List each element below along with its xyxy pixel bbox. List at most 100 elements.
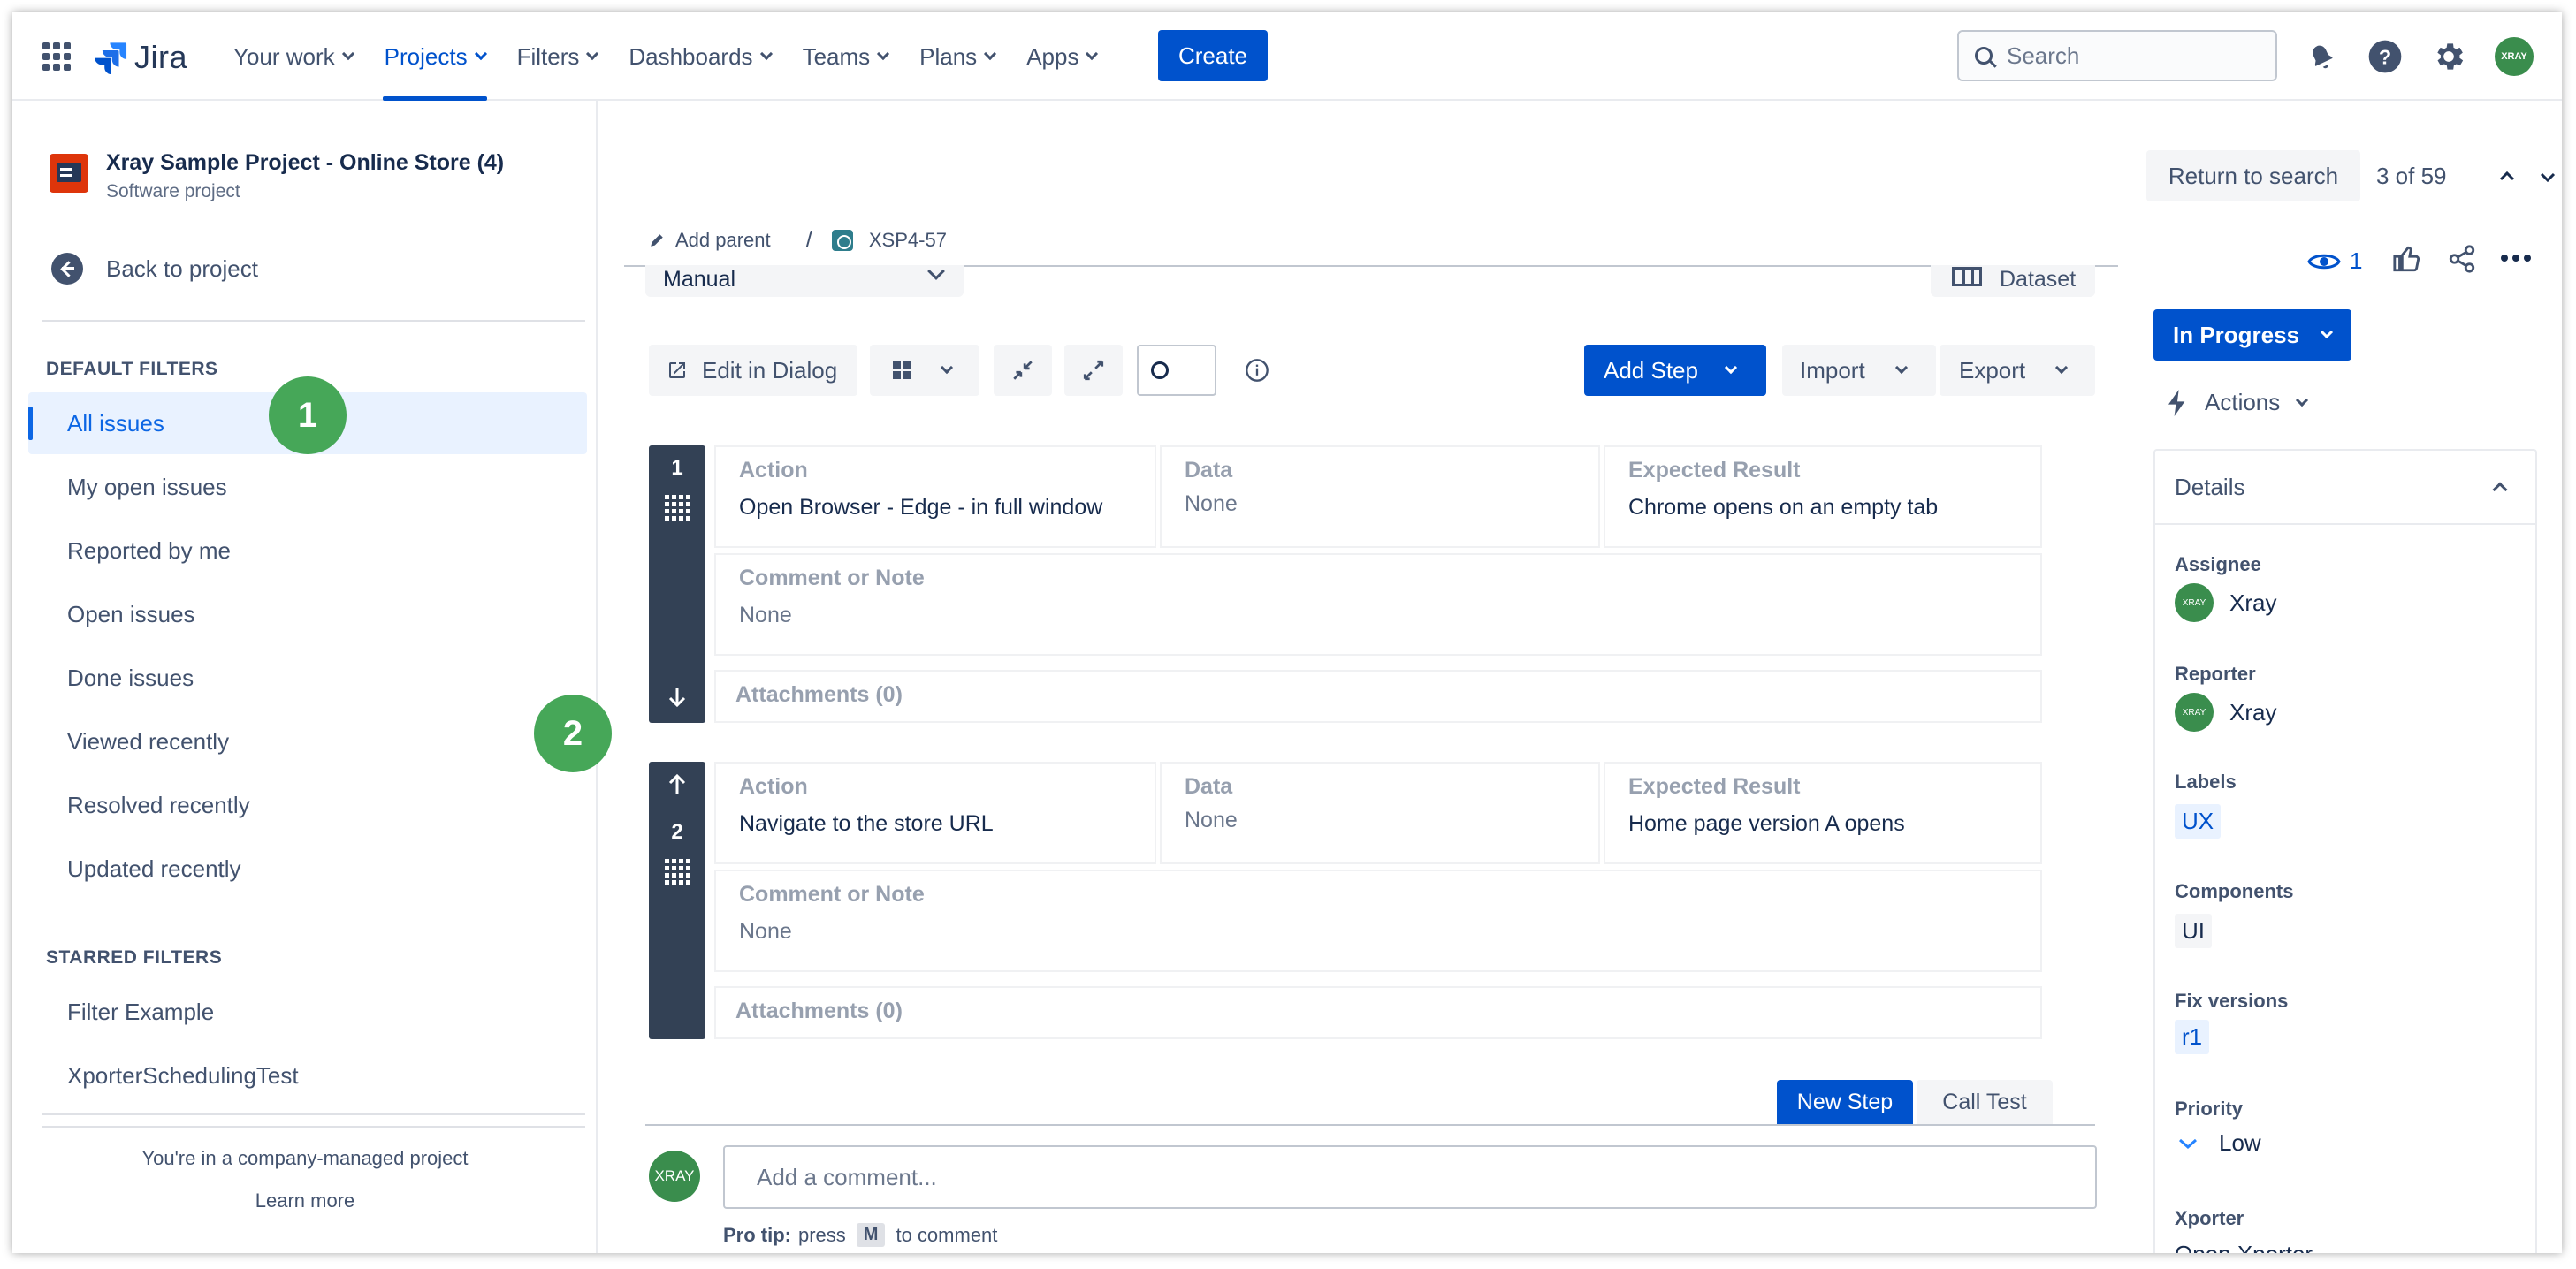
action-cell[interactable]: Action Navigate to the store URL xyxy=(714,762,1156,864)
issue-key-link[interactable]: XSP4-57 xyxy=(869,229,947,252)
user-avatar[interactable]: XRAY xyxy=(2495,37,2534,76)
priority-field[interactable]: Low xyxy=(2175,1129,2261,1157)
open-xporter-link[interactable]: Open Xporter xyxy=(2175,1241,2313,1253)
filter-done-issues[interactable]: Done issues xyxy=(28,647,587,709)
attachments-cell[interactable]: Attachments (0) xyxy=(714,986,2042,1039)
breadcrumb: Add parent / XSP4-57 xyxy=(649,226,947,254)
steps-search-input[interactable] xyxy=(1137,345,1216,396)
components-field[interactable]: UI xyxy=(2175,914,2212,948)
drag-handle-icon[interactable] xyxy=(665,495,691,527)
jira-logo[interactable]: Jira xyxy=(94,39,187,76)
breadcrumb-separator: / xyxy=(805,226,812,253)
drag-handle-icon[interactable] xyxy=(665,859,691,891)
expected-result-cell[interactable]: Expected Result Home page version A open… xyxy=(1604,762,2042,864)
move-down-arrow-icon[interactable] xyxy=(668,686,686,709)
nav-plans[interactable]: Plans xyxy=(919,12,997,101)
dataset-button[interactable]: Dataset xyxy=(1931,265,2095,297)
component-tag[interactable]: UI xyxy=(2175,914,2212,948)
return-to-search-button[interactable]: Return to search xyxy=(2146,150,2360,201)
priority-value: Low xyxy=(2219,1129,2261,1156)
xporter-field[interactable]: Open Xporter xyxy=(2175,1241,2313,1253)
more-actions-icon[interactable] xyxy=(2500,253,2532,263)
details-header[interactable]: Details xyxy=(2155,451,2535,525)
label-tag[interactable]: UX xyxy=(2175,804,2222,839)
assignee-field[interactable]: XRAY Xray xyxy=(2175,583,2276,622)
filter-open-issues[interactable]: Open issues xyxy=(28,583,587,645)
nav-teams[interactable]: Teams xyxy=(803,12,890,101)
search-input[interactable]: Search xyxy=(1957,30,2277,81)
action-cell[interactable]: Action Open Browser - Edge - in full win… xyxy=(714,445,1156,548)
filter-viewed-recently[interactable]: Viewed recently xyxy=(28,710,587,772)
learn-more-link[interactable]: Learn more xyxy=(12,1189,598,1212)
product-name: Jira xyxy=(134,39,188,75)
view-layout-dropdown[interactable] xyxy=(870,345,979,396)
filter-example[interactable]: Filter Example xyxy=(28,981,587,1043)
add-step-button[interactable]: Add Step xyxy=(1584,345,1766,396)
watch-button[interactable]: 1 xyxy=(2307,247,2362,275)
step-handle-bar[interactable]: 1 xyxy=(649,445,705,723)
status-dropdown[interactable]: In Progress xyxy=(2153,309,2351,361)
reporter-value: Xray xyxy=(2229,698,2277,726)
collapse-button[interactable] xyxy=(994,345,1052,396)
filter-reported-by-me[interactable]: Reported by me xyxy=(28,520,587,581)
fix-versions-field[interactable]: r1 xyxy=(2175,1020,2210,1054)
chevron-up-icon[interactable] xyxy=(2498,170,2516,182)
action-header: Action xyxy=(739,774,808,799)
comment-value: None xyxy=(739,603,792,627)
app-switcher-icon[interactable] xyxy=(42,42,71,71)
info-icon[interactable] xyxy=(1238,345,1277,396)
help-icon[interactable]: ? xyxy=(2367,39,2403,74)
test-issue-type-icon xyxy=(831,229,853,251)
nav-projects[interactable]: Projects xyxy=(382,12,487,101)
jira-logo-icon xyxy=(95,42,127,74)
divider xyxy=(42,320,585,322)
move-up-arrow-icon[interactable] xyxy=(668,772,686,795)
labels-field[interactable]: UX xyxy=(2175,804,2222,839)
divider xyxy=(42,1126,585,1128)
back-to-project-link[interactable]: Back to project xyxy=(51,253,258,285)
chevron-down-icon[interactable] xyxy=(2539,171,2557,184)
expected-result-cell[interactable]: Expected Result Chrome opens on an empty… xyxy=(1604,445,2042,548)
actions-dropdown[interactable]: Actions xyxy=(2166,389,2309,416)
filter-updated-recently[interactable]: Updated recently xyxy=(28,838,587,900)
reporter-field[interactable]: XRAY Xray xyxy=(2175,693,2276,732)
step-number: 1 xyxy=(671,456,683,480)
settings-gear-icon[interactable] xyxy=(2431,39,2466,74)
new-step-tab[interactable]: New Step xyxy=(1777,1080,1913,1124)
expand-button[interactable] xyxy=(1064,345,1123,396)
edit-in-dialog-button[interactable]: Edit in Dialog xyxy=(649,345,857,396)
external-link-icon xyxy=(669,362,685,378)
share-icon[interactable] xyxy=(2447,244,2477,274)
export-button[interactable]: Export xyxy=(1940,345,2095,396)
comment-cell[interactable]: Comment or Note None xyxy=(714,870,2042,972)
actions-label: Actions xyxy=(2205,389,2281,415)
data-cell[interactable]: Data None xyxy=(1160,762,1600,864)
nav-apps[interactable]: Apps xyxy=(1026,12,1099,101)
thumbs-up-icon[interactable] xyxy=(2392,244,2422,274)
chevron-down-icon xyxy=(2320,325,2334,339)
test-type-select[interactable]: Manual xyxy=(645,265,964,297)
create-button[interactable]: Create xyxy=(1158,30,1268,81)
comment-input[interactable]: Add a comment... xyxy=(723,1145,2097,1209)
filter-xporter-scheduling-test[interactable]: XporterSchedulingTest xyxy=(28,1045,587,1106)
pro-tip-label: Pro tip: xyxy=(723,1223,791,1246)
add-parent-link[interactable]: Add parent xyxy=(675,229,771,252)
attachments-cell[interactable]: Attachments (0) xyxy=(714,670,2042,723)
import-label: Import xyxy=(1800,356,1865,384)
fix-version-tag[interactable]: r1 xyxy=(2175,1020,2210,1054)
chevron-down-icon xyxy=(341,47,354,61)
call-test-tab[interactable]: Call Test xyxy=(1917,1080,2053,1124)
commenter-avatar: XRAY xyxy=(649,1151,700,1202)
issue-details-panel: Return to search 3 of 59 1 In Progress A… xyxy=(2146,101,2562,1253)
notifications-icon[interactable] xyxy=(2304,39,2339,74)
nav-your-work[interactable]: Your work xyxy=(233,12,354,101)
import-button[interactable]: Import xyxy=(1782,345,1936,396)
data-cell[interactable]: Data None xyxy=(1160,445,1600,548)
project-name: Xray Sample Project - Online Store (4) xyxy=(106,150,505,175)
nav-filters[interactable]: Filters xyxy=(517,12,599,101)
filter-my-open-issues[interactable]: My open issues xyxy=(28,456,587,518)
comment-cell[interactable]: Comment or Note None xyxy=(714,553,2042,656)
nav-dashboards[interactable]: Dashboards xyxy=(629,12,773,101)
filter-resolved-recently[interactable]: Resolved recently xyxy=(28,774,587,836)
step-handle-bar[interactable]: 2 xyxy=(649,762,705,1039)
